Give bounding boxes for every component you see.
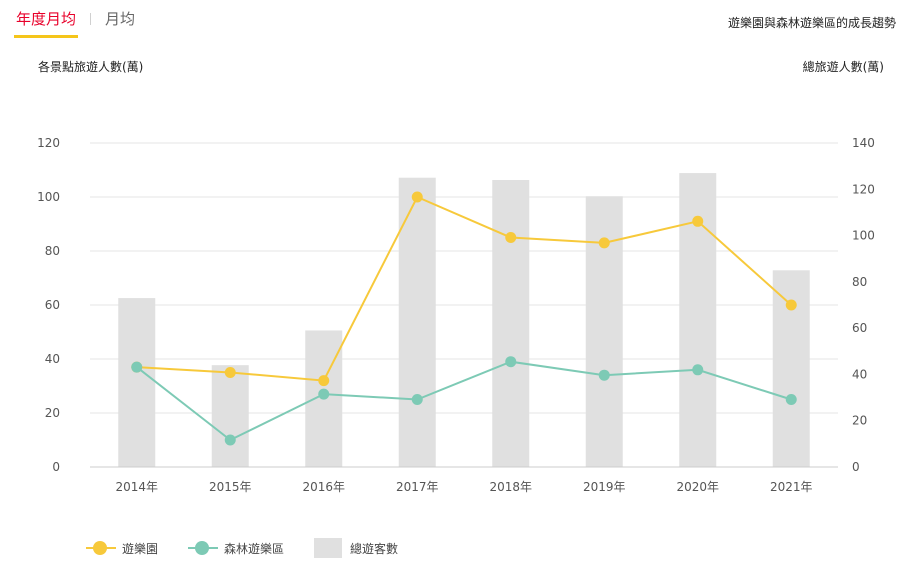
x-axis-tick-label: 2014年	[115, 480, 158, 494]
point-forest	[411, 394, 423, 405]
legend-item-theme-park[interactable]: 遊樂園	[86, 538, 158, 558]
bar-total-visitors	[585, 196, 623, 467]
x-axis-tick-label: 2015年	[209, 480, 252, 494]
left-axis-tick-label: 100	[37, 190, 60, 204]
point-theme-park	[598, 237, 610, 249]
x-axis-tick-label: 2021年	[770, 480, 813, 494]
point-forest	[505, 356, 517, 368]
legend-line-marker-theme-park	[86, 538, 116, 558]
combo-chart: 0 20 40 60 80 100 120 0 20 40 60 80 100 120 140 2014年 20…	[37, 136, 875, 494]
left-axis-tick-label: 120	[37, 136, 60, 150]
right-axis-tick-label: 140	[852, 136, 875, 150]
right-axis-tick-label: 20	[852, 414, 867, 428]
point-forest	[318, 388, 330, 400]
chart-legend: 遊樂園 森林遊樂區 總遊客數	[86, 538, 428, 558]
point-forest	[224, 434, 236, 446]
left-axis-tick-label: 40	[45, 352, 60, 366]
bar-total-visitors	[211, 365, 249, 467]
legend-line-marker-forest	[188, 538, 219, 558]
point-forest	[692, 364, 704, 376]
x-axis-tick-label: 2016年	[302, 480, 345, 494]
point-theme-park	[785, 299, 797, 311]
legend-item-total[interactable]: 總遊客數	[314, 538, 398, 558]
legend-label-forest: 森林遊樂區	[224, 541, 285, 556]
right-axis-tick-label: 120	[852, 182, 875, 196]
legend-item-forest[interactable]: 森林遊樂區	[188, 538, 284, 558]
legend-label-theme-park: 遊樂園	[122, 541, 159, 556]
point-forest	[131, 361, 143, 373]
bar-total-visitors	[492, 180, 530, 467]
right-axis-tick-label: 60	[852, 321, 867, 335]
x-axis-tick-label: 2020年	[676, 480, 719, 494]
legend-label-total: 總遊客數	[350, 541, 399, 556]
left-axis-tick-label: 60	[45, 298, 60, 312]
bar-total-visitors	[118, 298, 156, 467]
point-theme-park	[692, 215, 704, 227]
point-theme-park	[505, 232, 517, 243]
legend-box-total	[314, 538, 343, 558]
left-axis-tick-label: 20	[45, 406, 60, 420]
point-forest	[785, 394, 797, 405]
left-axis-tick-label: 80	[45, 244, 60, 258]
right-axis-tick-label: 100	[852, 229, 875, 243]
x-axis-tick-label: 2017年	[396, 480, 439, 494]
right-axis-tick-label: 80	[852, 275, 867, 289]
x-axis-tick-label: 2019年	[583, 480, 626, 494]
point-theme-park	[318, 375, 330, 387]
right-axis-tick-label: 0	[852, 460, 860, 474]
x-axis-tick-label: 2018年	[489, 480, 532, 494]
left-axis-tick-label: 0	[52, 460, 60, 474]
point-forest	[598, 369, 610, 381]
right-axis-tick-label: 40	[852, 367, 867, 381]
point-theme-park	[411, 191, 423, 203]
point-theme-park	[224, 367, 236, 378]
